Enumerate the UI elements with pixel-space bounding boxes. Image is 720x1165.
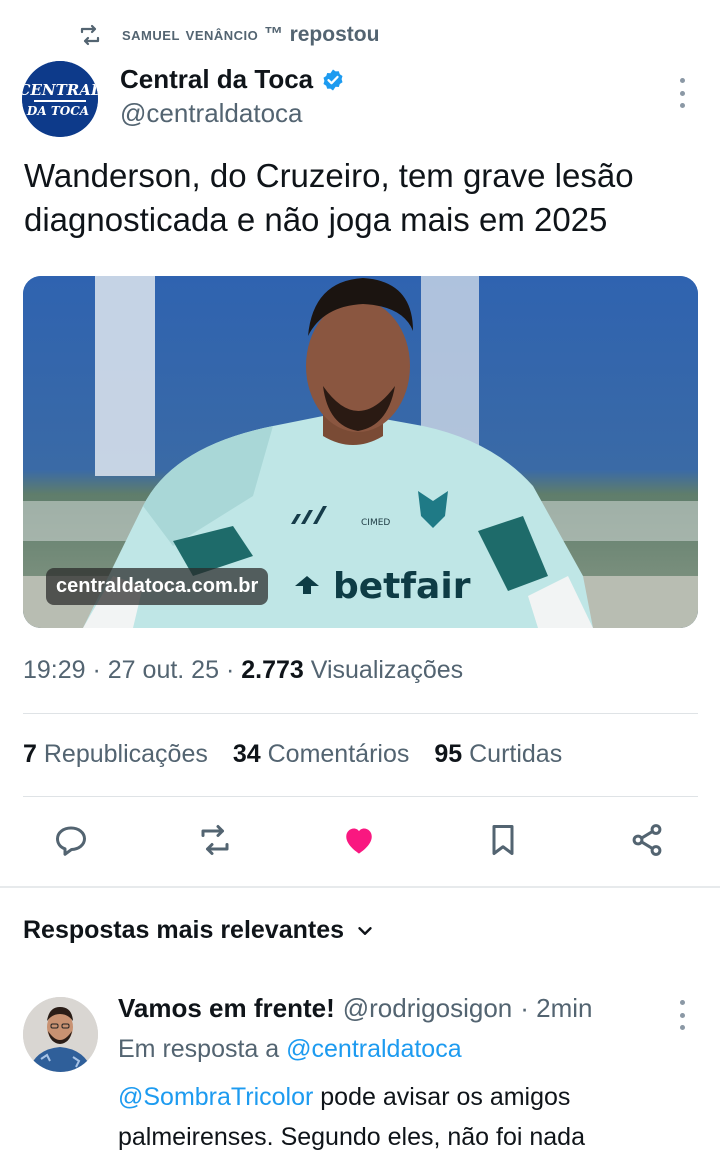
repost-header[interactable]: SAMUEL VENÂNCIO ™ repostou — [78, 20, 379, 50]
repost-button[interactable] — [193, 818, 237, 862]
bookmark-icon — [492, 825, 514, 855]
reply-header: Vamos em frente! @rodrigosigon · 2min — [118, 993, 592, 1024]
comments-stat[interactable]: 34 Comentários — [233, 740, 410, 769]
likes-stat[interactable]: 95 Curtidas — [434, 740, 562, 769]
share-button[interactable] — [625, 818, 669, 862]
author-name-row[interactable]: Central da Toca — [120, 64, 345, 95]
reply-timestamp[interactable]: · 2min — [520, 993, 592, 1024]
reposts-stat[interactable]: 7 Republicações — [23, 740, 208, 769]
reply-button[interactable] — [49, 818, 93, 862]
action-bar — [0, 818, 720, 868]
author-handle[interactable]: @centraldatoca — [120, 98, 303, 129]
view-count: 2.773 — [241, 656, 304, 684]
reply-to-prefix: Em resposta a — [118, 1035, 280, 1063]
views-label: Visualizações — [310, 656, 464, 684]
more-options-icon[interactable] — [672, 78, 692, 108]
reply-to-line: Em resposta a @centraldatoca — [118, 1035, 462, 1064]
section-divider — [0, 886, 720, 888]
logo-text-1: CENTRAL — [22, 81, 98, 99]
tweet-meta: 19:29 · 27 out. 25 · 2.773 Visualizações — [23, 656, 464, 684]
tweet-time: 19:29 — [23, 656, 86, 684]
reply-author-name[interactable]: Vamos em frente! — [118, 993, 335, 1024]
shirt-brand-text: CIMED — [361, 518, 390, 528]
comment-icon — [56, 826, 86, 856]
like-button[interactable] — [337, 818, 381, 862]
divider — [23, 713, 698, 714]
share-icon — [632, 824, 662, 856]
heart-filled-icon — [346, 828, 372, 854]
tweet-date: 27 out. 25 — [107, 656, 219, 684]
repost-icon — [201, 825, 229, 855]
replies-sort-dropdown[interactable]: Respostas mais relevantes — [23, 916, 376, 945]
reply-author-handle[interactable]: @rodrigosigon — [343, 993, 512, 1024]
logo-text-2: DA TOCA — [26, 104, 89, 118]
chevron-down-icon — [358, 926, 372, 935]
reposter-name: SAMUEL VENÂNCIO ™ — [122, 24, 284, 45]
reply-to-handle-link[interactable]: @centraldatoca — [286, 1035, 461, 1063]
author-name: Central da Toca — [120, 64, 314, 94]
shirt-sponsor-text: betfair — [333, 566, 471, 607]
author-avatar[interactable]: CENTRAL DA TOCA — [22, 61, 98, 137]
mention-link[interactable]: @SombraTricolor — [118, 1083, 313, 1111]
bookmark-button[interactable] — [481, 818, 525, 862]
reply-avatar[interactable] — [23, 997, 98, 1072]
repost-verb: repostou — [289, 23, 380, 46]
divider — [23, 796, 698, 797]
verified-badge-icon — [323, 69, 343, 90]
repost-icon — [80, 24, 100, 46]
reply-more-options-icon[interactable] — [672, 1000, 692, 1030]
replies-sort-label: Respostas mais relevantes — [23, 916, 345, 944]
reply-body: @SombraTricolor pode avisar os amigos pa… — [118, 1077, 698, 1157]
engagement-stats: 7 Republicações 34 Comentários 95 Curtid… — [23, 740, 562, 769]
tweet-text: Wanderson, do Cruzeiro, tem grave lesão … — [24, 157, 634, 238]
media-source-link[interactable]: centraldatoca.com.br — [46, 568, 269, 605]
